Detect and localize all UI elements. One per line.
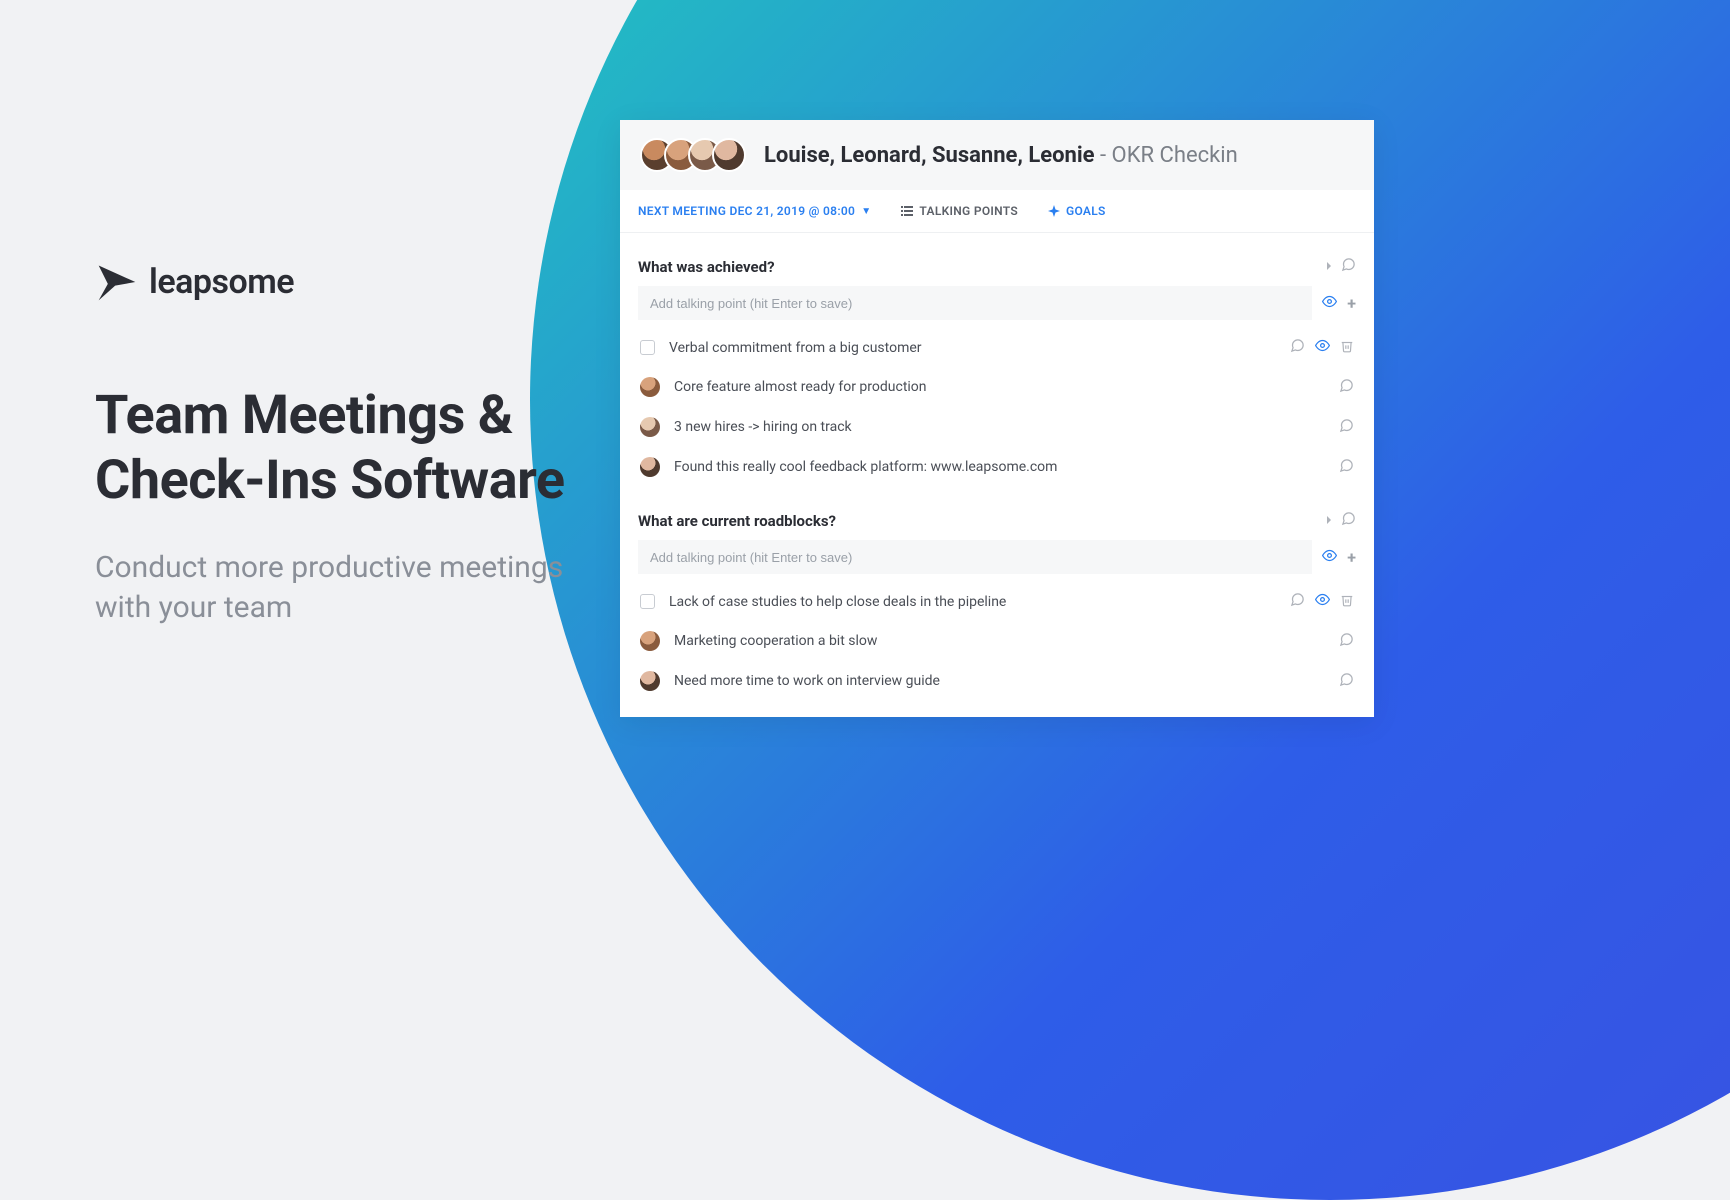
talking-point-text: Need more time to work on interview guid…: [674, 673, 940, 689]
meeting-card: Louise, Leonard, Susanne, Leonie - OKR C…: [620, 120, 1374, 717]
section-title-row: What was achieved?: [638, 257, 1356, 276]
talking-point-checkbox[interactable]: [640, 594, 655, 609]
talking-section: What was achieved? + Verbal commitment fro…: [620, 233, 1374, 487]
participant-names: Louise, Leonard, Susanne, Leonie: [764, 143, 1095, 168]
talking-point-row: Verbal commitment from a big customer: [638, 328, 1356, 367]
author-avatar: [640, 417, 660, 437]
talking-points-label: TALKING POINTS: [919, 204, 1018, 218]
meeting-header: Louise, Leonard, Susanne, Leonie - OKR C…: [620, 120, 1374, 190]
talking-point-left: Lack of case studies to help close deals…: [640, 594, 1276, 610]
talking-point-left: Verbal commitment from a big customer: [640, 340, 1276, 356]
talking-point-text: Core feature almost ready for production: [674, 379, 927, 395]
talking-point-left: Found this really cool feedback platform…: [640, 457, 1325, 477]
comment-icon[interactable]: [1339, 418, 1354, 437]
talking-point-row: Found this really cool feedback platform…: [638, 447, 1356, 487]
add-talking-point-row: +: [638, 540, 1356, 574]
eye-icon[interactable]: [1322, 294, 1337, 313]
list-icon: [901, 205, 913, 217]
comment-icon[interactable]: [1339, 378, 1354, 397]
eye-icon[interactable]: [1315, 592, 1330, 611]
next-meeting-label: NEXT MEETING DEC 21, 2019 @ 08:00: [638, 204, 855, 218]
talking-point-actions: [1339, 418, 1354, 437]
meeting-suffix: - OKR Checkin: [1095, 143, 1238, 168]
talking-point-row: Core feature almost ready for production: [638, 367, 1356, 407]
talking-point-checkbox[interactable]: [640, 340, 655, 355]
meeting-body: NEXT MEETING DEC 21, 2019 @ 08:00 ▼ TALK…: [620, 190, 1374, 717]
talking-point-row: Marketing cooperation a bit slow: [638, 621, 1356, 661]
brand-name: leapsome: [149, 262, 294, 302]
target-icon: [1048, 205, 1060, 217]
talking-point-row: Need more time to work on interview guid…: [638, 661, 1356, 701]
author-avatar: [640, 377, 660, 397]
comment-icon[interactable]: [1290, 592, 1305, 611]
comment-icon[interactable]: [1290, 338, 1305, 357]
leapsome-logo-icon: [95, 260, 139, 304]
comment-icon[interactable]: [1339, 632, 1354, 651]
author-avatar: [640, 631, 660, 651]
comment-icon[interactable]: [1339, 672, 1354, 691]
talking-point-actions: [1339, 632, 1354, 651]
comment-icon[interactable]: [1341, 257, 1356, 276]
talking-point-left: Marketing cooperation a bit slow: [640, 631, 1325, 651]
caret-right-icon[interactable]: [1325, 259, 1333, 274]
eye-icon[interactable]: [1322, 548, 1337, 567]
meeting-title: Louise, Leonard, Susanne, Leonie - OKR C…: [764, 143, 1238, 168]
plus-icon[interactable]: +: [1347, 294, 1356, 313]
talking-point-actions: [1290, 592, 1354, 611]
hero-panel: leapsome Team Meetings & Check-Ins Softw…: [95, 260, 615, 629]
talking-point-left: 3 new hires -> hiring on track: [640, 417, 1325, 437]
add-talking-point-row: +: [638, 286, 1356, 320]
talking-point-actions: [1339, 672, 1354, 691]
meeting-tabs: NEXT MEETING DEC 21, 2019 @ 08:00 ▼ TALK…: [620, 190, 1374, 233]
hero-headline: Team Meetings & Check-Ins Software: [95, 384, 615, 514]
caret-right-icon[interactable]: [1325, 513, 1333, 528]
brand-logo: leapsome: [95, 260, 615, 304]
talking-point-actions: [1290, 338, 1354, 357]
goals-label: GOALS: [1066, 204, 1106, 218]
talking-point-row: Lack of case studies to help close deals…: [638, 582, 1356, 621]
section-title: What are current roadblocks?: [638, 512, 836, 530]
goals-tab[interactable]: GOALS: [1048, 204, 1106, 218]
talking-point-text: Lack of case studies to help close deals…: [669, 594, 1006, 610]
talking-point-left: Core feature almost ready for production: [640, 377, 1325, 397]
add-talking-point-input[interactable]: [638, 286, 1312, 320]
chevron-down-icon: ▼: [861, 206, 871, 217]
trash-icon[interactable]: [1340, 339, 1354, 357]
comment-icon[interactable]: [1341, 511, 1356, 530]
eye-icon[interactable]: [1315, 338, 1330, 357]
talking-point-actions: [1339, 458, 1354, 477]
talking-point-text: Found this really cool feedback platform…: [674, 459, 1057, 475]
section-title-row: What are current roadblocks?: [638, 511, 1356, 530]
author-avatar: [640, 671, 660, 691]
add-talking-point-input[interactable]: [638, 540, 1312, 574]
section-title: What was achieved?: [638, 258, 775, 276]
talking-point-row: 3 new hires -> hiring on track: [638, 407, 1356, 447]
participant-avatars: [640, 138, 746, 172]
talking-point-text: 3 new hires -> hiring on track: [674, 419, 852, 435]
talking-point-left: Need more time to work on interview guid…: [640, 671, 1325, 691]
talking-point-text: Marketing cooperation a bit slow: [674, 633, 877, 649]
talking-point-actions: [1339, 378, 1354, 397]
hero-subhead: Conduct more productive meetings with yo…: [95, 548, 615, 629]
talking-points-tab[interactable]: TALKING POINTS: [901, 204, 1018, 218]
comment-icon[interactable]: [1339, 458, 1354, 477]
avatar: [712, 138, 746, 172]
talking-section: What are current roadblocks? + Lack of cas…: [620, 487, 1374, 701]
next-meeting-tab[interactable]: NEXT MEETING DEC 21, 2019 @ 08:00 ▼: [638, 204, 871, 218]
plus-icon[interactable]: +: [1347, 548, 1356, 567]
author-avatar: [640, 457, 660, 477]
talking-point-text: Verbal commitment from a big customer: [669, 340, 922, 356]
trash-icon[interactable]: [1340, 593, 1354, 611]
